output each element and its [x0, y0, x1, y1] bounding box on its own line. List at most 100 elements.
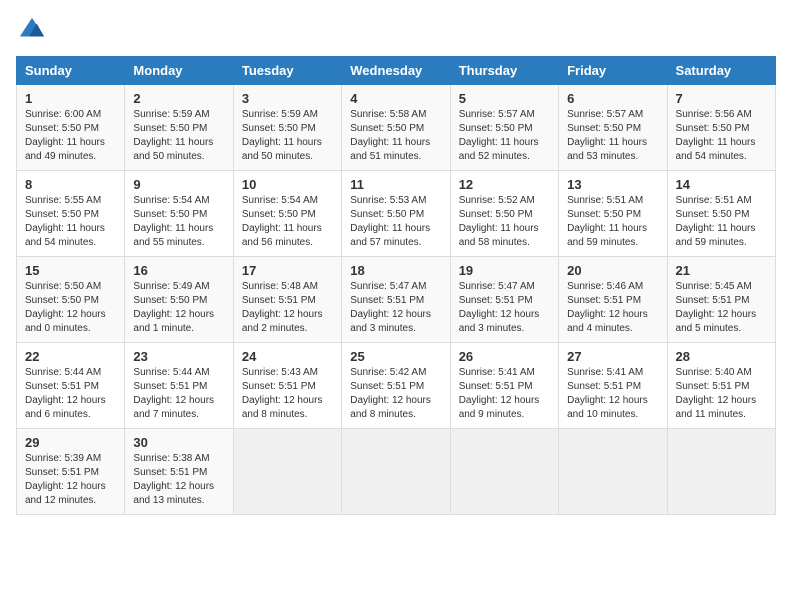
day-detail: Sunrise: 5:59 AM Sunset: 5:50 PM Dayligh… [242, 108, 333, 164]
calendar-cell: 12 Sunrise: 5:52 AM Sunset: 5:50 PM Dayl… [450, 171, 558, 257]
day-number: 17 [242, 263, 333, 278]
day-detail: Sunrise: 5:51 AM Sunset: 5:50 PM Dayligh… [567, 194, 658, 250]
day-number: 27 [567, 349, 658, 364]
day-number: 6 [567, 91, 658, 106]
weekday-header-thursday: Thursday [450, 57, 558, 85]
calendar-cell: 9 Sunrise: 5:54 AM Sunset: 5:50 PM Dayli… [125, 171, 233, 257]
logo-icon [18, 16, 46, 44]
calendar-cell: 20 Sunrise: 5:46 AM Sunset: 5:51 PM Dayl… [559, 257, 667, 343]
calendar-cell [233, 429, 341, 515]
day-detail: Sunrise: 5:52 AM Sunset: 5:50 PM Dayligh… [459, 194, 550, 250]
calendar-table: SundayMondayTuesdayWednesdayThursdayFrid… [16, 56, 776, 515]
day-number: 12 [459, 177, 550, 192]
calendar-cell: 1 Sunrise: 6:00 AM Sunset: 5:50 PM Dayli… [17, 85, 125, 171]
day-detail: Sunrise: 5:43 AM Sunset: 5:51 PM Dayligh… [242, 366, 333, 422]
day-number: 1 [25, 91, 116, 106]
day-detail: Sunrise: 5:50 AM Sunset: 5:50 PM Dayligh… [25, 280, 116, 336]
day-detail: Sunrise: 5:39 AM Sunset: 5:51 PM Dayligh… [25, 452, 116, 508]
day-detail: Sunrise: 5:42 AM Sunset: 5:51 PM Dayligh… [350, 366, 441, 422]
day-detail: Sunrise: 5:44 AM Sunset: 5:51 PM Dayligh… [25, 366, 116, 422]
calendar-week-1: 1 Sunrise: 6:00 AM Sunset: 5:50 PM Dayli… [17, 85, 776, 171]
day-number: 8 [25, 177, 116, 192]
day-detail: Sunrise: 5:57 AM Sunset: 5:50 PM Dayligh… [567, 108, 658, 164]
day-number: 5 [459, 91, 550, 106]
day-number: 19 [459, 263, 550, 278]
weekday-header-tuesday: Tuesday [233, 57, 341, 85]
calendar-cell: 3 Sunrise: 5:59 AM Sunset: 5:50 PM Dayli… [233, 85, 341, 171]
day-detail: Sunrise: 5:51 AM Sunset: 5:50 PM Dayligh… [676, 194, 767, 250]
weekday-header-saturday: Saturday [667, 57, 775, 85]
day-number: 2 [133, 91, 224, 106]
day-number: 9 [133, 177, 224, 192]
calendar-cell: 15 Sunrise: 5:50 AM Sunset: 5:50 PM Dayl… [17, 257, 125, 343]
day-number: 24 [242, 349, 333, 364]
day-detail: Sunrise: 6:00 AM Sunset: 5:50 PM Dayligh… [25, 108, 116, 164]
day-detail: Sunrise: 5:47 AM Sunset: 5:51 PM Dayligh… [459, 280, 550, 336]
calendar-cell: 16 Sunrise: 5:49 AM Sunset: 5:50 PM Dayl… [125, 257, 233, 343]
calendar-cell: 5 Sunrise: 5:57 AM Sunset: 5:50 PM Dayli… [450, 85, 558, 171]
day-number: 18 [350, 263, 441, 278]
day-number: 3 [242, 91, 333, 106]
day-detail: Sunrise: 5:46 AM Sunset: 5:51 PM Dayligh… [567, 280, 658, 336]
calendar-cell [450, 429, 558, 515]
day-number: 13 [567, 177, 658, 192]
day-detail: Sunrise: 5:54 AM Sunset: 5:50 PM Dayligh… [242, 194, 333, 250]
weekday-header-monday: Monday [125, 57, 233, 85]
calendar-week-3: 15 Sunrise: 5:50 AM Sunset: 5:50 PM Dayl… [17, 257, 776, 343]
calendar-week-5: 29 Sunrise: 5:39 AM Sunset: 5:51 PM Dayl… [17, 429, 776, 515]
logo [16, 16, 46, 44]
calendar-cell: 25 Sunrise: 5:42 AM Sunset: 5:51 PM Dayl… [342, 343, 450, 429]
calendar-cell: 22 Sunrise: 5:44 AM Sunset: 5:51 PM Dayl… [17, 343, 125, 429]
calendar-cell: 4 Sunrise: 5:58 AM Sunset: 5:50 PM Dayli… [342, 85, 450, 171]
calendar-cell: 28 Sunrise: 5:40 AM Sunset: 5:51 PM Dayl… [667, 343, 775, 429]
calendar-cell: 17 Sunrise: 5:48 AM Sunset: 5:51 PM Dayl… [233, 257, 341, 343]
day-detail: Sunrise: 5:48 AM Sunset: 5:51 PM Dayligh… [242, 280, 333, 336]
calendar-cell [559, 429, 667, 515]
day-detail: Sunrise: 5:57 AM Sunset: 5:50 PM Dayligh… [459, 108, 550, 164]
day-detail: Sunrise: 5:45 AM Sunset: 5:51 PM Dayligh… [676, 280, 767, 336]
calendar-cell [342, 429, 450, 515]
calendar-cell [667, 429, 775, 515]
day-number: 28 [676, 349, 767, 364]
day-number: 15 [25, 263, 116, 278]
day-detail: Sunrise: 5:41 AM Sunset: 5:51 PM Dayligh… [459, 366, 550, 422]
calendar-cell: 6 Sunrise: 5:57 AM Sunset: 5:50 PM Dayli… [559, 85, 667, 171]
day-number: 26 [459, 349, 550, 364]
calendar-cell: 13 Sunrise: 5:51 AM Sunset: 5:50 PM Dayl… [559, 171, 667, 257]
day-number: 16 [133, 263, 224, 278]
calendar-cell: 29 Sunrise: 5:39 AM Sunset: 5:51 PM Dayl… [17, 429, 125, 515]
day-number: 30 [133, 435, 224, 450]
day-number: 21 [676, 263, 767, 278]
calendar-cell: 19 Sunrise: 5:47 AM Sunset: 5:51 PM Dayl… [450, 257, 558, 343]
day-detail: Sunrise: 5:58 AM Sunset: 5:50 PM Dayligh… [350, 108, 441, 164]
weekday-header-friday: Friday [559, 57, 667, 85]
calendar-cell: 11 Sunrise: 5:53 AM Sunset: 5:50 PM Dayl… [342, 171, 450, 257]
day-detail: Sunrise: 5:56 AM Sunset: 5:50 PM Dayligh… [676, 108, 767, 164]
day-detail: Sunrise: 5:47 AM Sunset: 5:51 PM Dayligh… [350, 280, 441, 336]
calendar-cell: 21 Sunrise: 5:45 AM Sunset: 5:51 PM Dayl… [667, 257, 775, 343]
day-number: 7 [676, 91, 767, 106]
calendar-cell: 7 Sunrise: 5:56 AM Sunset: 5:50 PM Dayli… [667, 85, 775, 171]
day-detail: Sunrise: 5:40 AM Sunset: 5:51 PM Dayligh… [676, 366, 767, 422]
day-number: 4 [350, 91, 441, 106]
day-number: 29 [25, 435, 116, 450]
day-number: 11 [350, 177, 441, 192]
day-number: 22 [25, 349, 116, 364]
day-number: 14 [676, 177, 767, 192]
calendar-cell: 26 Sunrise: 5:41 AM Sunset: 5:51 PM Dayl… [450, 343, 558, 429]
calendar-cell: 8 Sunrise: 5:55 AM Sunset: 5:50 PM Dayli… [17, 171, 125, 257]
day-detail: Sunrise: 5:38 AM Sunset: 5:51 PM Dayligh… [133, 452, 224, 508]
day-detail: Sunrise: 5:41 AM Sunset: 5:51 PM Dayligh… [567, 366, 658, 422]
calendar-cell: 2 Sunrise: 5:59 AM Sunset: 5:50 PM Dayli… [125, 85, 233, 171]
day-detail: Sunrise: 5:44 AM Sunset: 5:51 PM Dayligh… [133, 366, 224, 422]
calendar-cell: 27 Sunrise: 5:41 AM Sunset: 5:51 PM Dayl… [559, 343, 667, 429]
day-number: 23 [133, 349, 224, 364]
day-detail: Sunrise: 5:53 AM Sunset: 5:50 PM Dayligh… [350, 194, 441, 250]
day-detail: Sunrise: 5:55 AM Sunset: 5:50 PM Dayligh… [25, 194, 116, 250]
day-number: 25 [350, 349, 441, 364]
calendar-cell: 14 Sunrise: 5:51 AM Sunset: 5:50 PM Dayl… [667, 171, 775, 257]
calendar-week-4: 22 Sunrise: 5:44 AM Sunset: 5:51 PM Dayl… [17, 343, 776, 429]
day-detail: Sunrise: 5:54 AM Sunset: 5:50 PM Dayligh… [133, 194, 224, 250]
calendar-cell: 30 Sunrise: 5:38 AM Sunset: 5:51 PM Dayl… [125, 429, 233, 515]
weekday-header-sunday: Sunday [17, 57, 125, 85]
